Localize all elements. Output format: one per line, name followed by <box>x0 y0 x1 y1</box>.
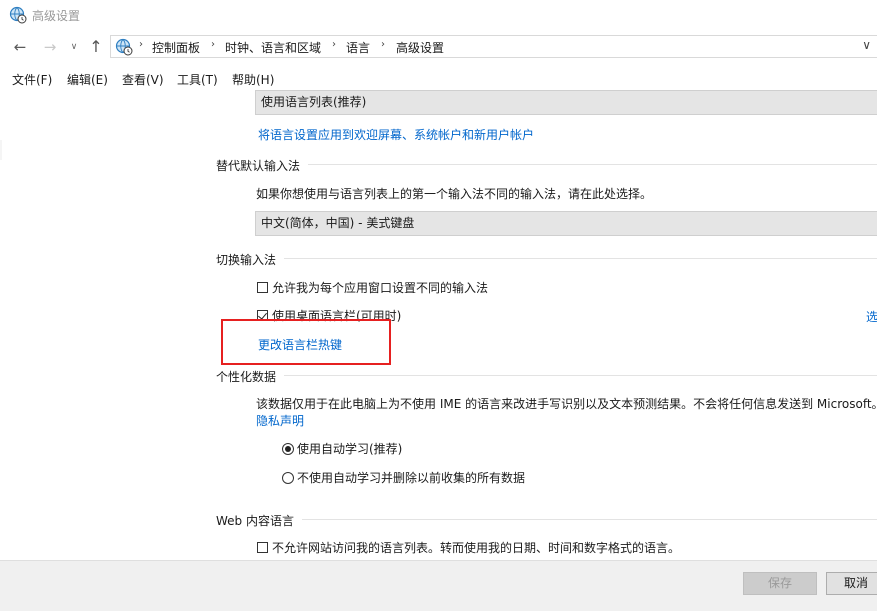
cancel-button[interactable]: 取消 <box>826 572 877 595</box>
no-auto-learning-label[interactable]: 不使用自动学习并删除以前收集的所有数据 <box>297 469 525 486</box>
breadcrumb-separator[interactable]: › <box>381 39 385 50</box>
override-input-description: 如果你想使用与语言列表上的第一个输入法不同的输入法，请在此处选择。 <box>256 187 653 201</box>
privacy-statement-link[interactable]: 隐私声明 <box>256 412 304 429</box>
auto-learning-label[interactable]: 使用自动学习(推荐) <box>297 440 402 457</box>
menu-view[interactable]: 查看(V) <box>122 71 164 88</box>
section-title-override-input: 替代默认输入法 <box>216 159 301 173</box>
annotation-highlight-box <box>221 319 391 365</box>
arrow-up-icon[interactable]: ↑ <box>86 37 106 57</box>
section-divider <box>284 258 877 259</box>
chevron-down-icon[interactable]: ∨ <box>64 37 84 57</box>
apply-to-welcome-screen-link[interactable]: 将语言设置应用到欢迎屏幕、系统帐户和新用户帐户 <box>258 126 534 143</box>
breadcrumb-clock-language-region[interactable]: 时钟、语言和区域 <box>225 39 321 56</box>
menu-help[interactable]: 帮助(H) <box>232 71 274 88</box>
navigation-bar: ← → ∨ ↑ › 控制面板 › 时钟、语言和区域 › 语言 › 高级设置 ∨ <box>0 33 877 61</box>
section-title-web-content-language: Web 内容语言 <box>216 514 294 528</box>
menu-bar: 文件(F) 编辑(E) 查看(V) 工具(T) 帮助(H) <box>0 68 877 90</box>
language-bar-options-link[interactable]: 选 <box>866 308 877 325</box>
address-bar[interactable]: › 控制面板 › 时钟、语言和区域 › 语言 › 高级设置 ∨ <box>110 35 877 58</box>
menu-file[interactable]: 文件(F) <box>12 71 52 88</box>
section-divider <box>308 164 877 165</box>
button-bar: 保存 取消 <box>0 560 877 611</box>
title-bar: 高级设置 <box>0 0 877 30</box>
override-input-select[interactable]: 中文(简体，中国) - 美式键盘 <box>255 211 877 236</box>
section-divider <box>302 519 877 520</box>
breadcrumb-separator: › <box>139 39 143 50</box>
no-auto-learning-radio[interactable] <box>282 472 294 484</box>
per-app-input-label[interactable]: 允许我为每个应用窗口设置不同的输入法 <box>272 279 488 296</box>
section-title-personalization: 个性化数据 <box>216 370 277 384</box>
web-language-list-checkbox[interactable] <box>257 542 268 553</box>
section-title-switch-input: 切换输入法 <box>216 253 277 267</box>
breadcrumb-separator[interactable]: › <box>211 39 215 50</box>
breadcrumb-separator[interactable]: › <box>332 39 336 50</box>
display-language-select[interactable]: 使用语言列表(推荐) <box>255 90 877 115</box>
save-button[interactable]: 保存 <box>743 572 817 595</box>
arrow-right-icon[interactable]: → <box>40 37 60 57</box>
web-language-list-label[interactable]: 不允许网站访问我的语言列表。转而使用我的日期、时间和数字格式的语言。 <box>272 539 680 556</box>
section-divider <box>284 375 877 376</box>
breadcrumb-language[interactable]: 语言 <box>346 39 370 56</box>
per-app-input-checkbox[interactable] <box>257 282 268 293</box>
globe-clock-icon <box>9 6 27 24</box>
auto-learning-radio[interactable] <box>282 443 294 455</box>
window-edge <box>0 140 2 160</box>
breadcrumb-control-panel[interactable]: 控制面板 <box>152 39 200 56</box>
menu-edit[interactable]: 编辑(E) <box>67 71 108 88</box>
arrow-left-icon[interactable]: ← <box>10 37 30 57</box>
personalization-description: 该数据仅用于在此电脑上为不使用 IME 的语言来改进手写识别以及文本预测结果。不… <box>256 397 877 411</box>
globe-clock-icon <box>115 38 133 56</box>
window-title: 高级设置 <box>32 9 81 23</box>
menu-tools[interactable]: 工具(T) <box>177 71 218 88</box>
chevron-down-icon[interactable]: ∨ <box>862 38 871 52</box>
breadcrumb-advanced-settings[interactable]: 高级设置 <box>396 39 444 56</box>
